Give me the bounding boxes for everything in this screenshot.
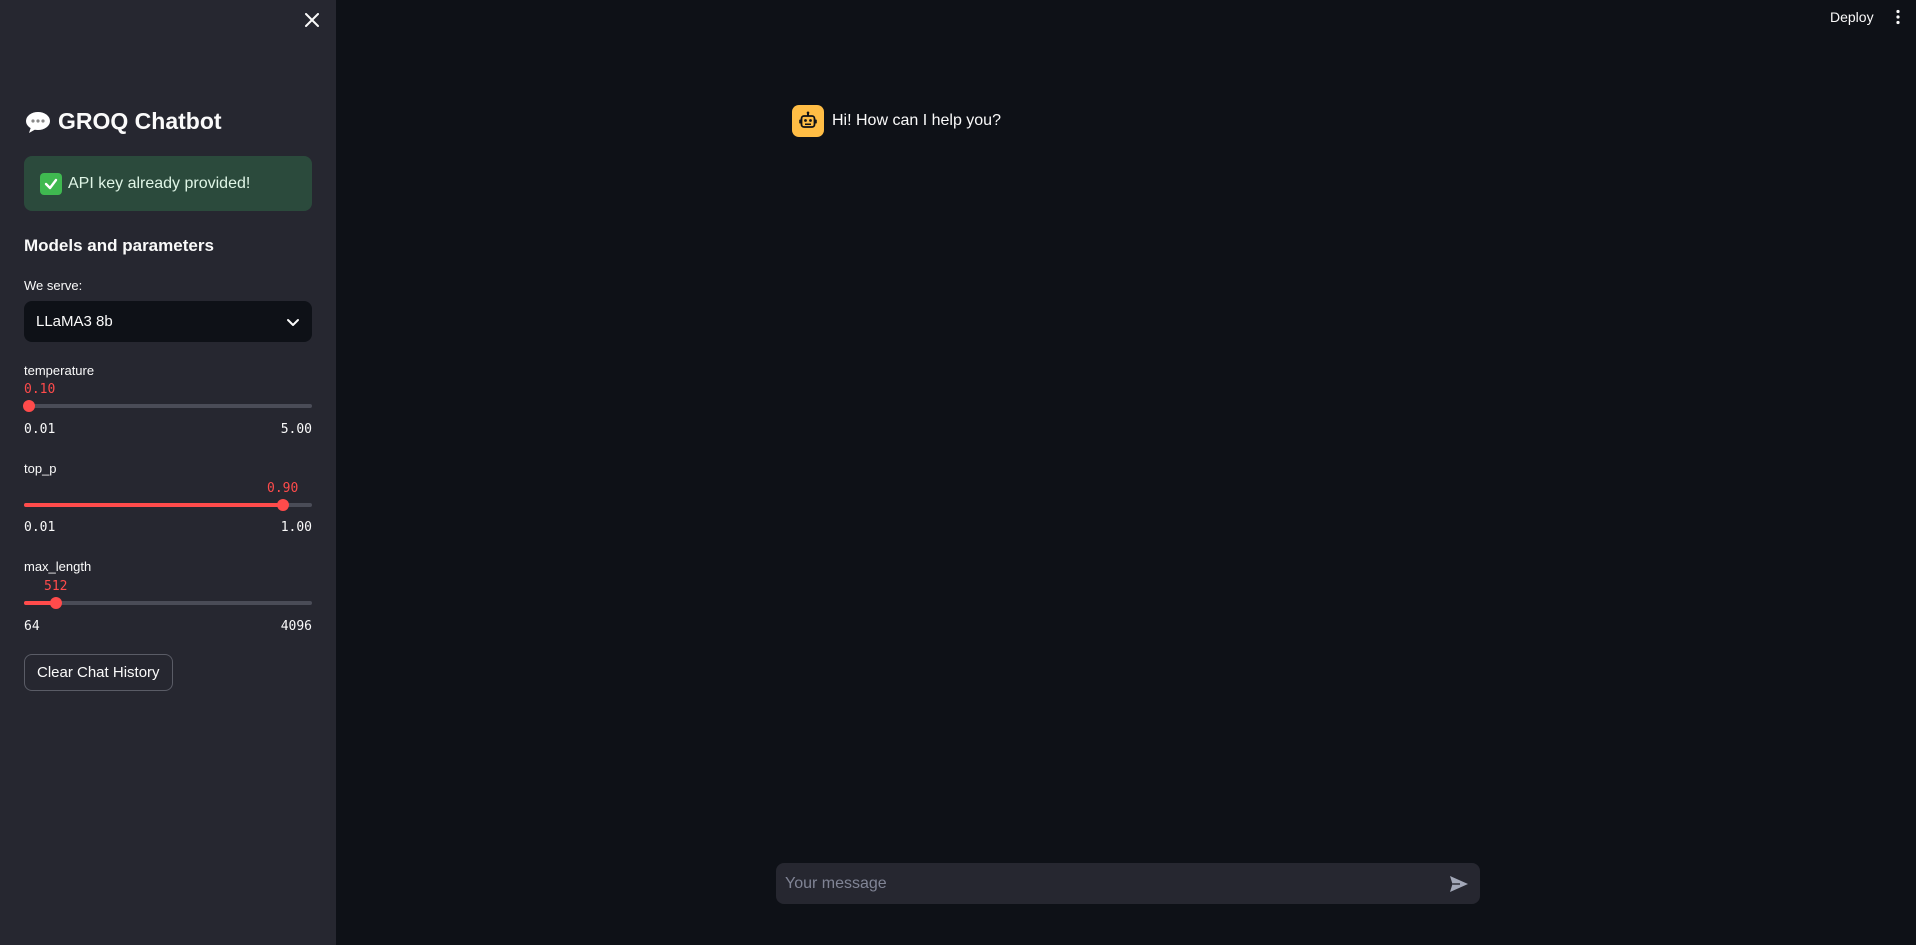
max-length-slider-value: 512 (44, 579, 68, 594)
model-select[interactable]: LLaMA3 8b (24, 301, 312, 342)
top-p-slider-min: 0.01 (24, 520, 56, 535)
close-sidebar-button[interactable] (300, 8, 324, 32)
chevron-down-icon (287, 318, 299, 326)
top-p-slider-label: top_p (24, 461, 57, 476)
model-select-label: We serve: (24, 278, 83, 293)
vertical-ellipsis-icon[interactable] (1894, 9, 1902, 25)
section-heading: Models and parameters (24, 236, 214, 255)
top-p-slider-value: 0.90 (267, 481, 299, 496)
chat-message: Hi! How can I help you? (792, 105, 1001, 137)
chat-input[interactable] (785, 874, 1425, 893)
success-message: API key already provided! (68, 174, 251, 192)
clear-chat-history-button[interactable]: Clear Chat History (24, 654, 173, 691)
chat-input-container (776, 863, 1480, 904)
send-icon[interactable] (1448, 873, 1470, 895)
sidebar-title-text: GROQ Chatbot (58, 108, 222, 134)
max-length-slider-max: 4096 (280, 619, 312, 634)
check-mark-icon (40, 172, 62, 195)
temperature-slider-min: 0.01 (24, 422, 56, 437)
temperature-slider[interactable] (23, 400, 312, 412)
max-length-slider-thumb[interactable] (49, 597, 62, 609)
max-length-slider[interactable] (24, 597, 312, 609)
temperature-slider-max: 5.00 (280, 422, 312, 437)
success-alert: API key already provided! (24, 156, 312, 211)
max-length-slider-label: max_length (24, 559, 92, 574)
deploy-button[interactable]: Deploy (1830, 9, 1874, 25)
max-length-slider-min: 64 (24, 619, 40, 634)
model-select-value: LLaMA3 8b (36, 313, 113, 330)
robot-icon (799, 111, 817, 128)
speech-balloon-icon (26, 111, 50, 133)
chat-message-text: Hi! How can I help you? (832, 112, 1001, 129)
top-p-slider-fill (24, 503, 283, 507)
sidebar-title: GROQ Chatbot (24, 108, 222, 135)
top-p-slider-max: 1.00 (280, 520, 312, 535)
temperature-slider-label: temperature (24, 363, 95, 378)
temperature-slider-thumb[interactable] (23, 400, 36, 412)
temperature-slider-value: 0.10 (24, 382, 56, 397)
sidebar: GROQ Chatbot API key already provided! M… (0, 0, 336, 945)
avatar (792, 105, 824, 137)
top-p-slider[interactable] (24, 499, 312, 511)
top-p-slider-thumb[interactable] (276, 499, 289, 511)
close-icon (305, 13, 319, 27)
